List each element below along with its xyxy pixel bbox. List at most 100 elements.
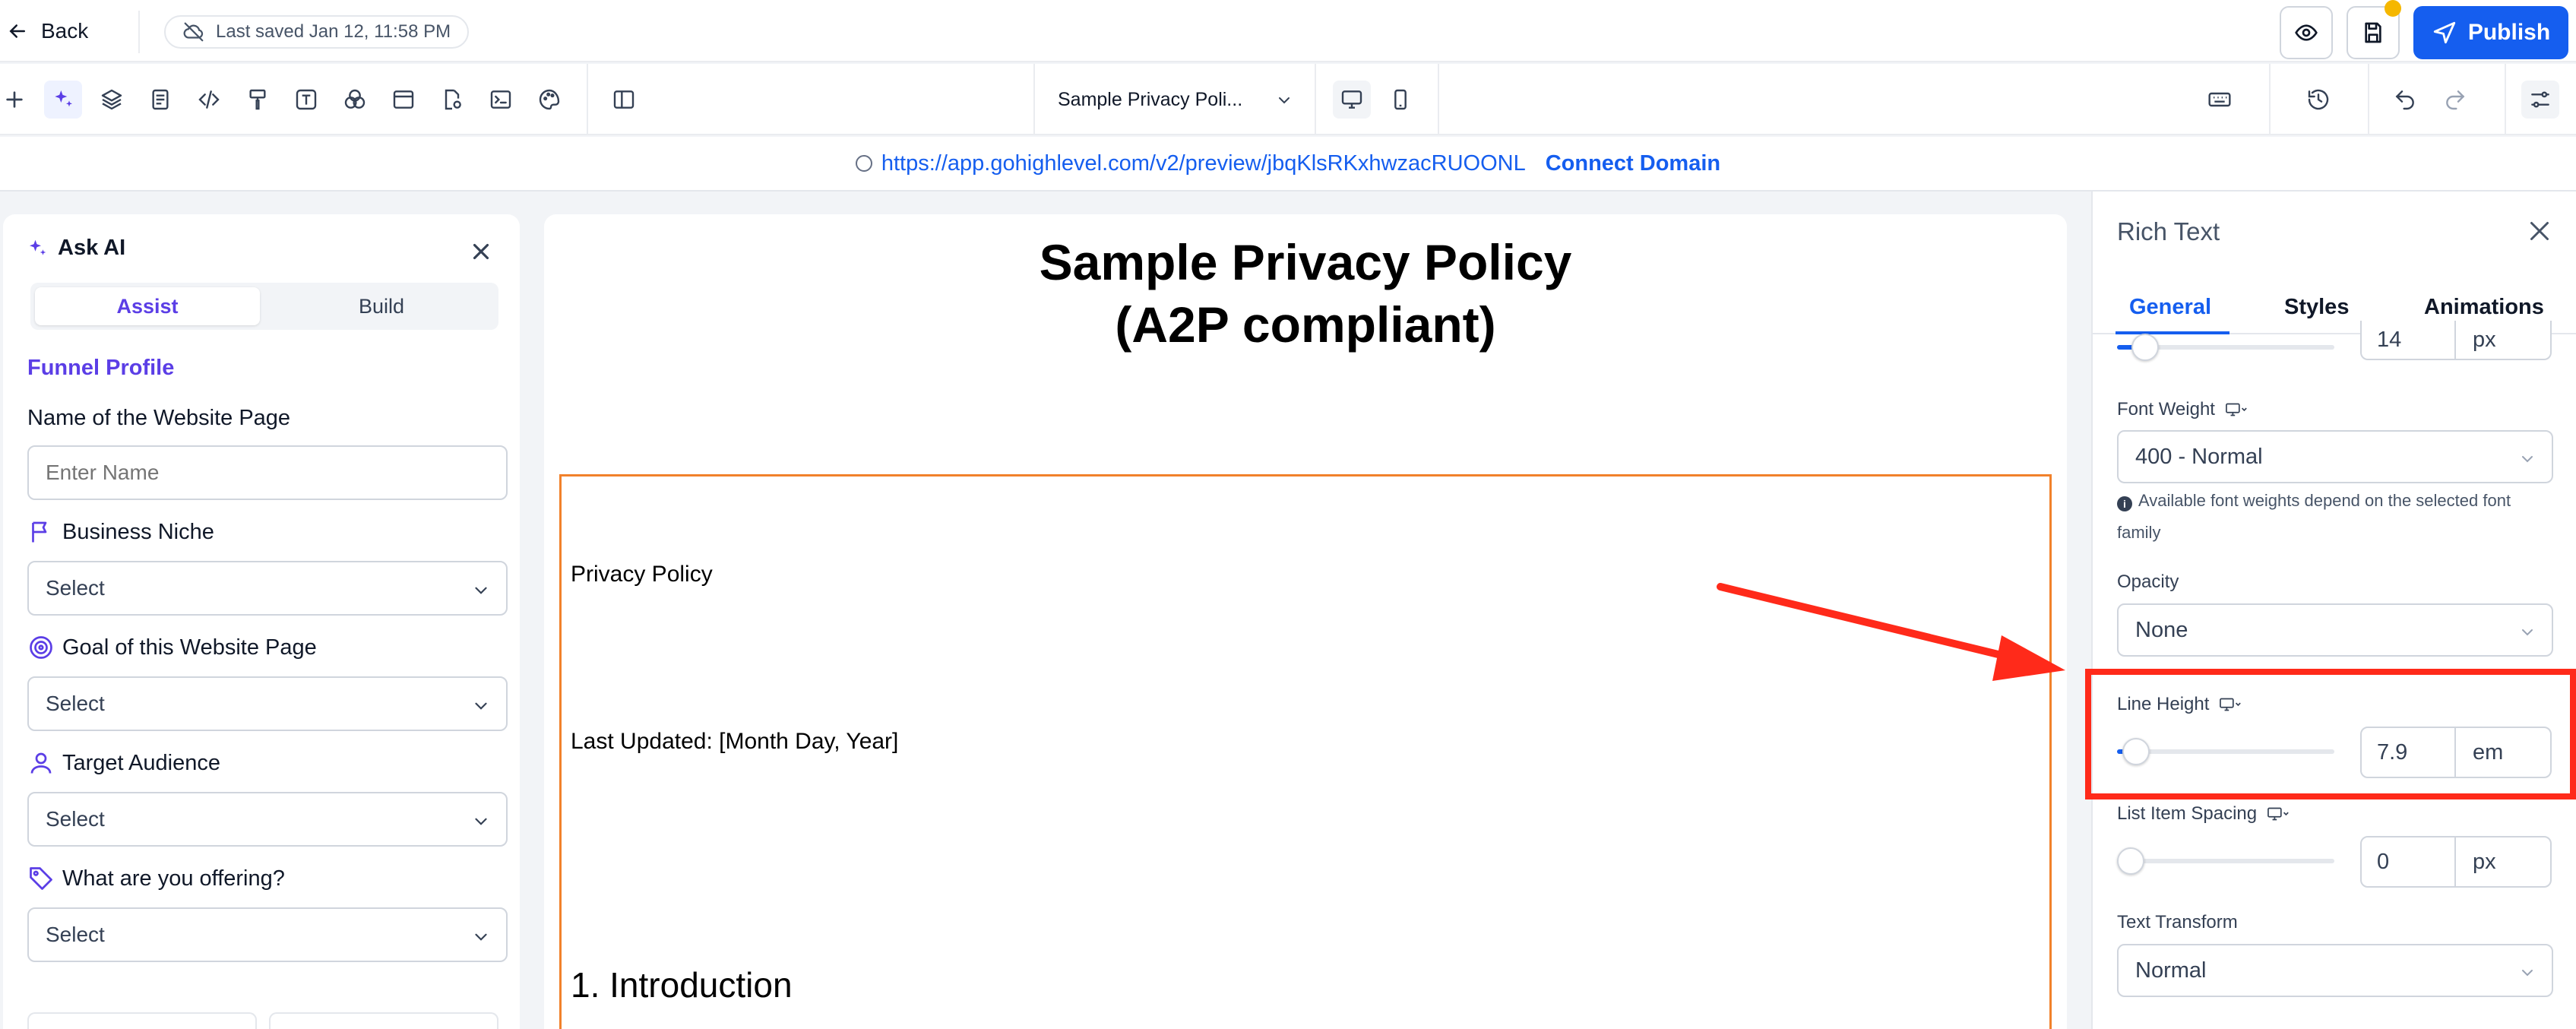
sections-button[interactable] — [385, 81, 422, 119]
unit-value: px — [2473, 849, 2496, 874]
panel-footer-button[interactable] — [27, 1012, 257, 1029]
page-heading-line: Sample Privacy Policy — [1039, 234, 1572, 290]
business-niche-select[interactable]: Select — [27, 561, 508, 616]
rich-text-line: Last Updated: [Month Day, Year] — [571, 729, 899, 754]
add-element-button[interactable] — [0, 81, 33, 119]
tracking-code-button[interactable] — [482, 81, 520, 119]
close-icon[interactable] — [468, 239, 494, 264]
page-settings-icon — [445, 89, 461, 110]
font-size-input[interactable]: 14 — [2360, 321, 2456, 360]
theme-button[interactable] — [530, 81, 568, 119]
text-transform-select[interactable]: Normal — [2117, 944, 2553, 997]
font-size-slider[interactable] — [2117, 334, 2334, 361]
colors-button[interactable] — [336, 81, 374, 119]
offering-select[interactable]: Select — [27, 907, 508, 962]
undo-button[interactable] — [2386, 81, 2424, 119]
select-value: Select — [46, 807, 105, 831]
settings-panel-toggle[interactable] — [2521, 81, 2559, 119]
chevron-down-icon — [475, 587, 487, 594]
ai-assist-button[interactable] — [44, 81, 82, 119]
select-value: Normal — [2135, 958, 2207, 983]
chevron-down-icon — [475, 818, 487, 825]
back-button[interactable]: Back — [6, 14, 88, 49]
mobile-icon — [1394, 89, 1407, 110]
flag-icon — [32, 521, 47, 543]
opacity-select[interactable]: None — [2117, 603, 2553, 657]
version-history-button[interactable] — [2299, 81, 2337, 119]
panel-title: Rich Text — [2117, 217, 2220, 245]
preview-url-link[interactable]: https://app.gohighlevel.com/v2/preview/j… — [881, 151, 1526, 176]
rich-text-element-selected[interactable]: Privacy Policy Last Updated: [Month Day,… — [559, 474, 2052, 1029]
font-weight-note: i Available font weights depend on the se… — [2117, 485, 2558, 549]
ai-sparkle-icon — [55, 90, 72, 107]
list-item-spacing-slider[interactable] — [2117, 847, 2334, 875]
tab-styles[interactable]: Styles — [2284, 295, 2349, 320]
divider — [138, 11, 140, 53]
info-icon: i — [2117, 496, 2132, 511]
cloud-off-icon — [183, 22, 204, 42]
desktop-view-button[interactable] — [1333, 81, 1371, 119]
ask-ai-panel: Ask AI Assist Build Funnel Profile Name … — [3, 214, 520, 1029]
slider-knob[interactable] — [2131, 334, 2159, 361]
redo-button[interactable] — [2436, 81, 2474, 119]
mobile-view-button[interactable] — [1381, 81, 1419, 119]
ask-ai-header: Ask AI — [26, 236, 125, 261]
desktop-icon — [1341, 90, 1362, 109]
divider — [2269, 64, 2271, 135]
user-icon — [30, 752, 52, 774]
layers-button[interactable] — [93, 81, 131, 119]
history-icon — [2308, 89, 2329, 110]
funnel-profile-heading: Funnel Profile — [27, 356, 175, 380]
desktop-device-dropdown-icon[interactable] — [2267, 803, 2290, 825]
list-item-spacing-label: List Item Spacing — [2117, 803, 2290, 825]
connect-domain-link[interactable]: Connect Domain — [1546, 151, 1720, 176]
top-bar: Back Last saved Jan 12, 11:58 PM Publish — [0, 0, 2576, 62]
select-value: None — [2135, 617, 2188, 642]
custom-code-button[interactable] — [190, 81, 228, 119]
font-weight-select[interactable]: 400 - Normal — [2117, 430, 2553, 483]
preview-button[interactable] — [2280, 6, 2333, 59]
text-icon — [296, 89, 317, 110]
slider-knob[interactable] — [2117, 847, 2144, 875]
eye-icon — [2295, 24, 2318, 41]
styles-button[interactable] — [239, 81, 277, 119]
tab-assist[interactable]: Assist — [35, 287, 260, 325]
font-size-unit[interactable]: px — [2454, 321, 2552, 360]
field-label-page-name: Name of the Website Page — [27, 406, 290, 431]
list-item-spacing-input[interactable]: 0 — [2360, 836, 2456, 888]
keyboard-shortcuts-button[interactable] — [2201, 81, 2239, 119]
panel-footer-button[interactable] — [269, 1012, 498, 1029]
page-settings-button[interactable] — [433, 81, 471, 119]
sliders-icon — [2531, 91, 2549, 108]
publish-label: Publish — [2467, 20, 2551, 45]
chevron-down-icon — [2522, 629, 2533, 636]
desktop-device-dropdown-icon[interactable] — [2226, 398, 2248, 421]
chevron-down-icon — [1279, 97, 1290, 104]
tab-build[interactable]: Build — [269, 287, 494, 325]
note-text: Available font weights depend on the sel… — [2117, 491, 2511, 542]
page-select-dropdown[interactable]: Sample Privacy Poli... — [1033, 64, 1316, 135]
pages-button[interactable] — [141, 81, 179, 119]
publish-button[interactable]: Publish — [2413, 6, 2568, 59]
split-view-button[interactable] — [605, 81, 643, 119]
target-audience-select[interactable]: Select — [27, 792, 508, 847]
field-label-text: Target Audience — [62, 750, 220, 775]
goal-select[interactable]: Select — [27, 676, 508, 731]
arrow-left-icon — [9, 24, 25, 38]
page-heading[interactable]: Sample Privacy Policy (A2P compliant) — [544, 231, 2067, 356]
label-text: Font Weight — [2117, 399, 2215, 420]
input-value: 14 — [2377, 327, 2402, 352]
field-label-text: Name of the Website Page — [27, 406, 291, 430]
close-icon[interactable] — [2526, 217, 2553, 245]
tab-general[interactable]: General — [2129, 295, 2211, 320]
tab-animations[interactable]: Animations — [2424, 295, 2544, 320]
list-item-spacing-unit[interactable]: px — [2454, 836, 2552, 888]
typography-button[interactable] — [287, 81, 325, 119]
rich-text-line: Privacy Policy — [571, 562, 713, 587]
divider — [2505, 64, 2506, 135]
divider — [1438, 64, 1439, 135]
chevron-down-icon — [2522, 456, 2533, 463]
editor-toolbar: Sample Privacy Poli... — [0, 64, 2576, 135]
page-name-input[interactable] — [27, 445, 508, 500]
chevron-down-icon — [475, 933, 487, 941]
